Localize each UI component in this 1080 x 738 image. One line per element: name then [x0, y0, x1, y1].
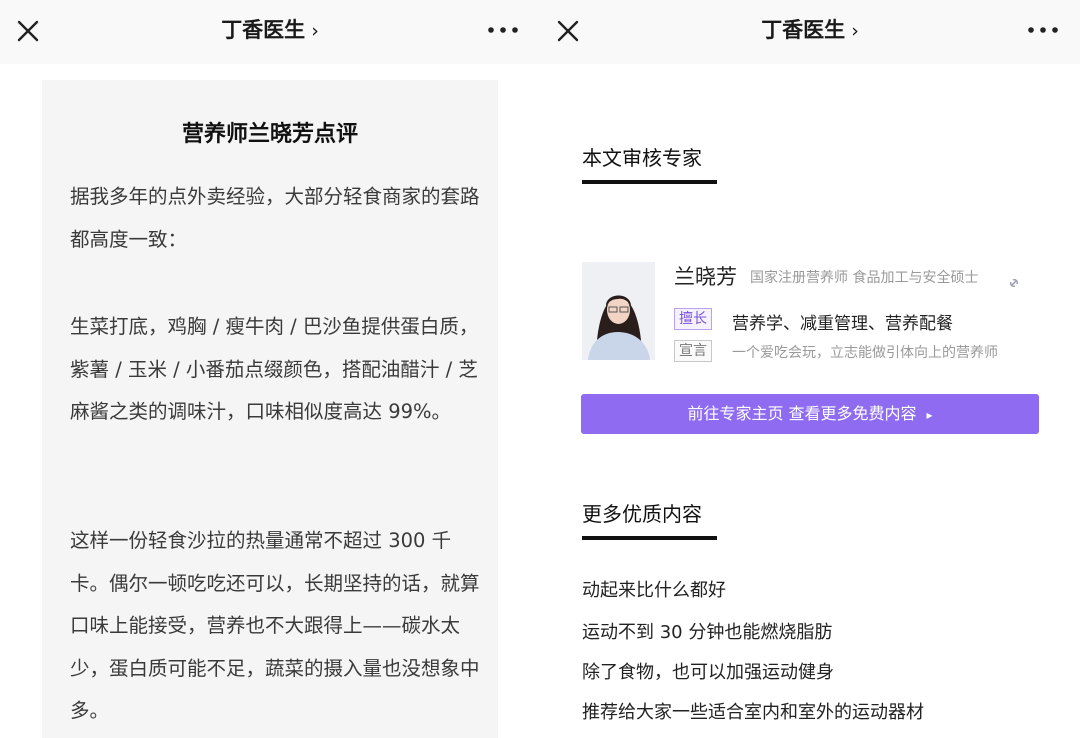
more-content-link[interactable]: 运动不到 30 分钟也能燃烧脂肪 [582, 618, 832, 644]
review-paragraph: 生菜打底，鸡胸 / 瘦牛肉 / 巴沙鱼提供蛋白质，紫薯 / 玉米 / 小番茄点缀… [70, 315, 479, 423]
top-bar: 丁香医生 › [0, 0, 540, 64]
right-screen: 丁香医生 › 本文审核专家 兰晓芳 国家注册营养师 食品加工与安全硕士 擅长 营养… [540, 0, 1080, 738]
chevron-right-icon: › [311, 20, 319, 42]
more-dots-icon[interactable] [1026, 16, 1060, 44]
account-title-button[interactable]: 丁香医生 › [0, 14, 540, 44]
section-underline [582, 180, 717, 184]
expert-homepage-label: 前往专家主页 查看更多免费内容 [687, 404, 917, 423]
left-screen: 丁香医生 › 营养师兰晓芳点评 据我多年的点外卖经验，大部分轻食商家的套路都高度一… [0, 0, 540, 738]
more-content-link[interactable]: 动起来比什么都好 [582, 576, 726, 602]
more-content-link[interactable]: 推荐给大家一些适合室内和室外的运动器材 [582, 698, 924, 724]
chevron-right-icon: › [851, 20, 859, 42]
expert-name[interactable]: 兰晓芳 [674, 261, 737, 291]
expertise-tag: 擅长 [674, 308, 712, 330]
account-name: 丁香医生 [761, 18, 846, 42]
more-content-heading: 更多优质内容 [582, 502, 702, 526]
more-content-link[interactable]: 除了食物，也可以加强运动健身 [582, 658, 834, 684]
expertise-text: 营养学、减重管理、营养配餐 [732, 314, 953, 334]
top-bar: 丁香医生 › [540, 0, 1080, 64]
account-name: 丁香医生 [221, 18, 306, 42]
expert-titles: 国家注册营养师 食品加工与安全硕士 [750, 270, 979, 286]
motto-text: 一个爱吃会玩，立志能做引体向上的营养师 [732, 345, 998, 361]
reviewer-section-heading: 本文审核专家 [582, 146, 702, 170]
more-dots-icon[interactable] [486, 16, 520, 44]
review-card-title: 营养师兰晓芳点评 [181, 122, 358, 147]
play-arrow-icon: ▸ [926, 408, 933, 422]
avatar-portrait [582, 262, 655, 360]
expert-homepage-button[interactable]: 前往专家主页 查看更多免费内容 ▸ [581, 394, 1039, 434]
section-underline [582, 536, 717, 540]
account-title-button[interactable]: 丁香医生 › [540, 14, 1080, 44]
review-paragraph: 这样一份轻食沙拉的热量通常不超过 300 千卡。偶尔一顿吃吃还可以，长期坚持的话… [70, 529, 480, 722]
motto-tag: 宣言 [674, 340, 712, 362]
review-paragraph: 据我多年的点外卖经验，大部分轻食商家的套路都高度一致： [70, 185, 480, 251]
review-card: 营养师兰晓芳点评 据我多年的点外卖经验，大部分轻食商家的套路都高度一致： 生菜打… [42, 80, 498, 738]
link-icon[interactable] [1006, 275, 1022, 291]
avatar[interactable] [582, 262, 655, 360]
